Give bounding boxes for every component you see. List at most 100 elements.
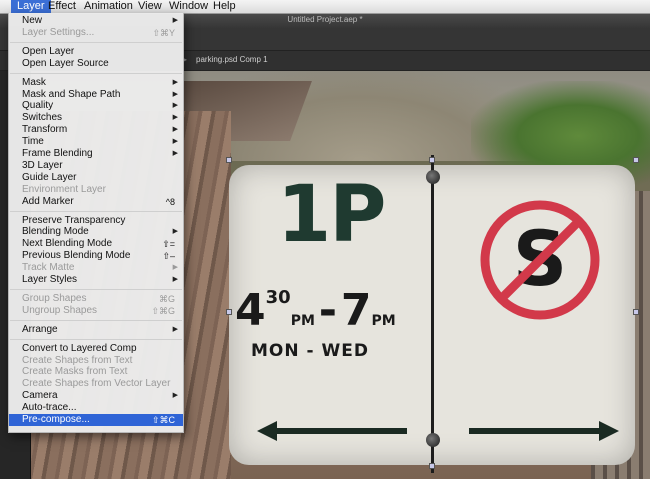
submenu-arrow-icon: ▶ [172, 276, 178, 283]
menu-item-switches[interactable]: Switches ▶ [9, 112, 183, 124]
menu-item-label: Switches [22, 112, 63, 124]
tab-composition[interactable]: parking.psd Comp 1 [196, 55, 268, 64]
menu-separator [10, 319, 182, 321]
menu-item-label: Auto-trace... [22, 402, 77, 414]
submenu-arrow-icon: ▶ [172, 17, 178, 24]
layer-handle[interactable] [226, 157, 232, 163]
menu-item-arrange[interactable]: Arrange ▶ [9, 324, 183, 336]
sign-1p-text: 1P [277, 170, 386, 260]
menu-item-label: Open Layer Source [22, 57, 109, 69]
menu-item-label: Preserve Transparency [22, 214, 126, 226]
bolt-icon [426, 433, 440, 447]
menu-item-label: Previous Blending Mode [22, 250, 131, 262]
menu-item-label: Create Shapes from Vector Layer [22, 378, 171, 390]
layer-menu-dropdown: New ▶ Layer Settings... ⇧⌘Y Open Layer Open L… [8, 13, 184, 433]
parking-sign: 1P 430PM - 7PM MON - WED S [229, 155, 635, 473]
menu-item-shortcut: ^8 [165, 196, 175, 207]
menu-item-previous-blending-mode[interactable]: Previous Blending Mode ⇧– [9, 250, 183, 262]
menu-item-new[interactable]: New ▶ [9, 15, 183, 27]
menu-item-label: Track Matte [22, 262, 75, 274]
menu-item-next-blending-mode[interactable]: Next Blending Mode ⇧= [9, 238, 183, 250]
menu-item-label: Transform [22, 124, 68, 136]
sign-pole [431, 155, 434, 473]
menu-item-label: Frame Blending [22, 148, 93, 159]
layer-handle[interactable] [226, 309, 232, 315]
time-hour-end: 7 [340, 285, 372, 336]
submenu-arrow-icon: ▶ [172, 228, 178, 236]
menu-item-label: Pre-compose... [22, 414, 90, 425]
layer-handle[interactable] [633, 157, 639, 163]
menu-item-label: Blending Mode [22, 226, 89, 238]
menubar-item-animation[interactable]: Animation [78, 0, 139, 13]
menu-item-track-matte: Track Matte ▶ [9, 262, 183, 274]
time-pm-end: PM [371, 313, 396, 329]
menu-item-layer-styles[interactable]: Layer Styles ▶ [9, 274, 183, 286]
menu-item-pre-compose[interactable]: Pre-compose... ⇧⌘C [9, 414, 183, 426]
menu-item-label: Quality [22, 100, 54, 112]
menu-item-frame-blending[interactable]: Frame Blending ▶ [9, 148, 183, 160]
menu-item-label: Layer Styles [22, 274, 78, 285]
menu-item-guide-layer[interactable]: Guide Layer [9, 172, 183, 184]
menu-item-convert-to-layered-comp[interactable]: Convert to Layered Comp [9, 343, 183, 355]
menubar: Layer Effect Animation View Window Help [0, 0, 650, 14]
menu-item-shortcut: ⌘G [158, 293, 175, 304]
submenu-arrow-icon: ▶ [172, 138, 178, 146]
submenu-arrow-icon: ▶ [172, 150, 178, 157]
menu-item-label: Convert to Layered Comp [22, 342, 137, 354]
menubar-item-help[interactable]: Help [207, 0, 242, 13]
menu-item-label: Next Blending Mode [22, 238, 113, 250]
menu-item-label: Group Shapes [22, 292, 87, 304]
layer-handle[interactable] [633, 309, 639, 315]
menu-item-camera[interactable]: Camera ▶ [9, 390, 183, 402]
submenu-arrow-icon: ▶ [172, 90, 178, 98]
layer-handle[interactable] [429, 463, 435, 469]
menu-item-label: Mask [22, 76, 46, 88]
menu-item-label: Create Shapes from Text [22, 354, 133, 366]
time-pm-start: PM [290, 313, 315, 329]
menu-item-label: Time [22, 136, 44, 148]
menu-item-quality[interactable]: Quality ▶ [9, 100, 183, 112]
menu-item-shortcut: ⇧= [162, 239, 175, 250]
sign-days-text: MON - WED [251, 341, 369, 361]
time-dash: - [318, 285, 337, 336]
bolt-icon [426, 170, 440, 184]
menubar-item-effect[interactable]: Effect [42, 0, 82, 13]
menu-item-shortcut: ⇧⌘G [151, 305, 175, 316]
menu-item-label: Mask and Shape Path [22, 88, 121, 100]
submenu-arrow-icon: ▶ [172, 392, 178, 400]
menu-item-label: 3D Layer [22, 159, 63, 171]
menu-item-label: Create Masks from Text [22, 366, 128, 378]
menu-item-shortcut: ⇧⌘Y [152, 27, 175, 38]
menu-item-time[interactable]: Time ▶ [9, 136, 183, 148]
menu-item-label: Ungroup Shapes [22, 304, 98, 316]
menu-item-environment-layer: Environment Layer [9, 184, 183, 196]
time-minutes-start: 30 [265, 287, 291, 308]
menu-item-shortcut: ⇧– [162, 251, 175, 262]
menu-item-label: Open Layer [22, 45, 75, 57]
menu-item-3d-layer[interactable]: 3D Layer [9, 160, 183, 172]
menu-item-create-shapes-from-vector-layer: Create Shapes from Vector Layer [9, 378, 183, 390]
menu-item-mask[interactable]: Mask ▶ [9, 77, 183, 89]
menu-item-mask-and-shape-path[interactable]: Mask and Shape Path ▶ [9, 89, 183, 101]
menu-item-transform[interactable]: Transform ▶ [9, 124, 183, 136]
menu-item-blending-mode[interactable]: Blending Mode ▶ [9, 226, 183, 238]
submenu-arrow-icon: ▶ [172, 114, 178, 122]
menu-item-open-layer-source[interactable]: Open Layer Source [9, 58, 183, 70]
menu-item-auto-trace[interactable]: Auto-trace... [9, 402, 183, 414]
menu-item-label: Layer Settings... [22, 26, 95, 38]
no-stopping-icon: S [480, 200, 600, 320]
menu-item-ungroup-shapes: Ungroup Shapes ⇧⌘G [9, 305, 183, 317]
submenu-arrow-icon: ▶ [172, 78, 178, 86]
sign-time-text: 430PM - 7PM [235, 285, 396, 336]
menu-separator [10, 210, 182, 212]
menu-item-create-masks-from-text: Create Masks from Text [9, 366, 183, 378]
menu-item-label: Environment Layer [22, 183, 106, 195]
time-hour-start: 4 [235, 285, 266, 336]
submenu-arrow-icon: ▶ [172, 102, 178, 110]
menu-item-preserve-transparency[interactable]: Preserve Transparency [9, 215, 183, 227]
submenu-arrow-icon: ▶ [172, 325, 178, 333]
menu-item-add-marker[interactable]: Add Marker ^8 [9, 196, 183, 208]
menu-item-label: Guide Layer [22, 171, 77, 183]
layer-handle[interactable] [429, 157, 435, 163]
menu-item-open-layer[interactable]: Open Layer [9, 46, 183, 58]
